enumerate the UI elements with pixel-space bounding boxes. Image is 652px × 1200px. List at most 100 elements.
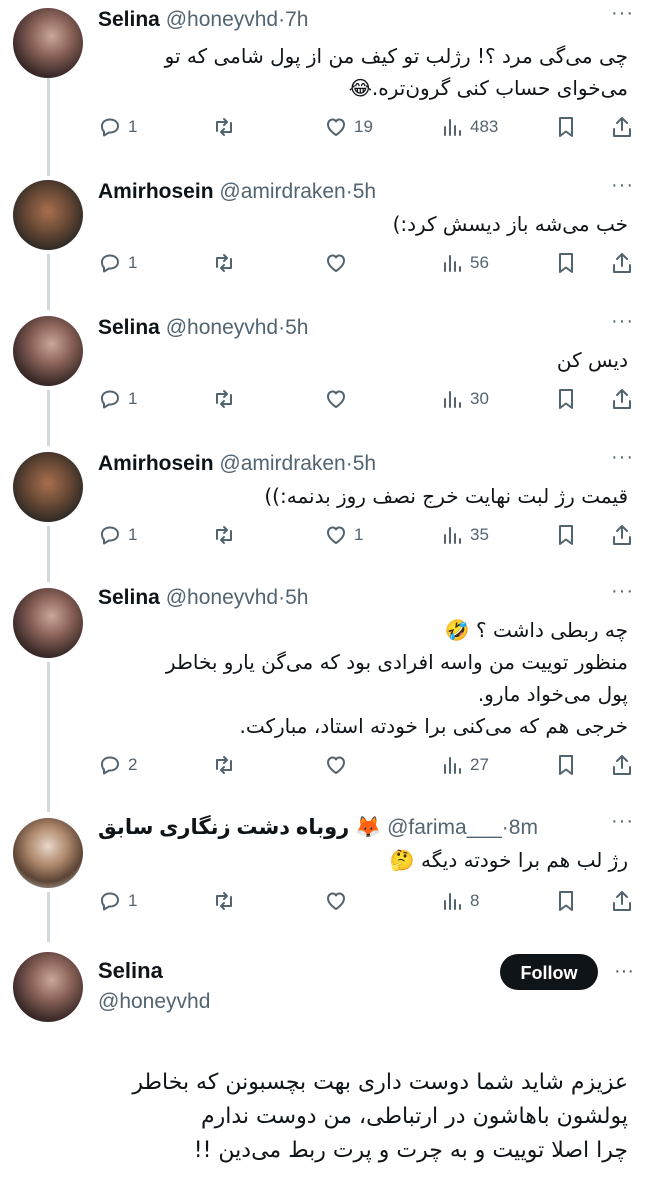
avatar[interactable] — [13, 588, 83, 658]
like-button[interactable] — [324, 384, 354, 414]
timestamp[interactable]: 8m — [509, 816, 538, 839]
user-handle[interactable]: @amirdraken — [219, 452, 345, 475]
timestamp[interactable]: 5h — [353, 180, 376, 203]
like-count: 19 — [354, 117, 373, 136]
reply-button[interactable]: 1 — [98, 520, 137, 550]
share-button[interactable] — [610, 520, 634, 550]
bookmark-button[interactable] — [554, 384, 578, 414]
timestamp[interactable]: 5h — [285, 586, 308, 609]
views-icon — [444, 119, 461, 136]
follow-button[interactable]: Follow — [500, 954, 598, 990]
heart-icon — [327, 254, 345, 272]
like-button[interactable]: 19 — [324, 112, 373, 142]
like-button[interactable] — [324, 750, 354, 780]
retweet-button[interactable] — [212, 248, 242, 278]
reply-button[interactable]: 1 — [98, 248, 137, 278]
bookmark-button[interactable] — [554, 248, 578, 278]
retweet-button[interactable] — [212, 520, 242, 550]
retweet-button[interactable] — [212, 384, 242, 414]
bookmark-button[interactable] — [554, 750, 578, 780]
reply-tweet[interactable]: Selina @honeyvhd·7h ··· چی می‌گی مرد ؟! … — [0, 0, 652, 160]
reply-tweet[interactable]: Amirhosein @amirdraken·5h ··· قیمت رژ لب… — [0, 442, 652, 572]
like-button[interactable] — [324, 248, 354, 278]
action-bar: 1 56 — [98, 248, 642, 278]
action-bar: 2 27 — [98, 750, 642, 780]
display-name[interactable]: Amirhosein — [98, 452, 214, 475]
display-name[interactable]: Amirhosein — [98, 180, 214, 203]
views-count: 30 — [470, 389, 489, 408]
avatar[interactable] — [13, 180, 83, 250]
more-options-icon[interactable]: ··· — [611, 446, 634, 469]
tweet-header: Selina @honeyvhd·5h — [98, 578, 632, 618]
more-options-icon[interactable]: ··· — [611, 2, 634, 25]
user-handle[interactable]: @amirdraken — [219, 180, 345, 203]
bookmark-button[interactable] — [554, 886, 578, 916]
share-button[interactable] — [610, 248, 634, 278]
views-button[interactable]: 483 — [440, 112, 498, 142]
reply-button[interactable]: 2 — [98, 750, 137, 780]
more-options-icon[interactable]: ··· — [614, 960, 634, 983]
main-display-name[interactable]: Selina — [98, 958, 163, 984]
reply-count: 1 — [128, 891, 138, 910]
user-handle[interactable]: @honeyvhd — [166, 8, 278, 31]
like-count: 1 — [354, 525, 364, 544]
bookmark-icon — [559, 389, 573, 409]
reply-tweet[interactable]: Amirhosein @amirdraken·5h ··· خب می‌شه ب… — [0, 170, 652, 300]
reply-tweet[interactable]: Selina @honeyvhd·5h ··· دیس کن 1 30 — [0, 306, 652, 436]
views-count: 35 — [470, 525, 489, 544]
timestamp[interactable]: 5h — [285, 316, 308, 339]
bookmark-button[interactable] — [554, 112, 578, 142]
main-user-handle[interactable]: @honeyvhd — [98, 990, 210, 1014]
share-button[interactable] — [610, 112, 634, 142]
display-name[interactable]: Selina — [98, 586, 160, 609]
more-options-icon[interactable]: ··· — [611, 310, 634, 333]
views-count: 56 — [470, 253, 489, 272]
user-handle[interactable]: @honeyvhd — [166, 586, 278, 609]
views-icon — [444, 527, 461, 544]
user-handle[interactable]: @farima___ — [387, 816, 502, 839]
user-handle[interactable]: @honeyvhd — [166, 316, 278, 339]
bookmark-icon — [559, 117, 573, 137]
like-button[interactable]: 1 — [324, 520, 363, 550]
display-name[interactable]: روباه دشت زنگاری سابق 🦊 — [98, 816, 381, 839]
reply-tweet[interactable]: روباه دشت زنگاری سابق 🦊 @farima___·8m ··… — [0, 808, 652, 938]
like-button[interactable] — [324, 886, 354, 916]
bookmark-icon — [559, 891, 573, 911]
avatar[interactable] — [13, 818, 83, 888]
timestamp[interactable]: 5h — [353, 452, 376, 475]
main-avatar[interactable] — [13, 952, 83, 1022]
views-button[interactable]: 35 — [440, 520, 489, 550]
reply-button[interactable]: 1 — [98, 384, 137, 414]
share-button[interactable] — [610, 750, 634, 780]
display-name[interactable]: Selina — [98, 8, 160, 31]
views-button[interactable]: 30 — [440, 384, 489, 414]
heart-icon — [327, 756, 345, 774]
more-options-icon[interactable]: ··· — [611, 810, 634, 833]
share-button[interactable] — [610, 886, 634, 916]
display-name[interactable]: Selina — [98, 316, 160, 339]
avatar[interactable] — [13, 8, 83, 78]
share-icon — [613, 389, 631, 409]
share-icon — [613, 891, 631, 911]
share-icon — [613, 525, 631, 545]
action-bar: 1 8 — [98, 886, 642, 916]
retweet-button[interactable] — [212, 886, 242, 916]
tweet-text: دیس کن — [556, 348, 628, 372]
more-options-icon[interactable]: ··· — [611, 174, 634, 197]
bookmark-button[interactable] — [554, 520, 578, 550]
views-button[interactable]: 56 — [440, 248, 489, 278]
avatar[interactable] — [13, 452, 83, 522]
reply-tweet[interactable]: Selina @honeyvhd·5h ··· چه ربطی داشت ؟ 🤣… — [0, 578, 652, 798]
views-button[interactable]: 8 — [440, 886, 479, 916]
reply-button[interactable]: 1 — [98, 886, 137, 916]
retweet-button[interactable] — [212, 112, 242, 142]
reply-button[interactable]: 1 — [98, 112, 137, 142]
retweet-button[interactable] — [212, 750, 242, 780]
reply-count: 1 — [128, 389, 138, 408]
more-options-icon[interactable]: ··· — [611, 580, 634, 603]
avatar[interactable] — [13, 316, 83, 386]
reply-icon — [101, 892, 119, 911]
timestamp[interactable]: 7h — [285, 8, 308, 31]
share-button[interactable] — [610, 384, 634, 414]
views-button[interactable]: 27 — [440, 750, 489, 780]
